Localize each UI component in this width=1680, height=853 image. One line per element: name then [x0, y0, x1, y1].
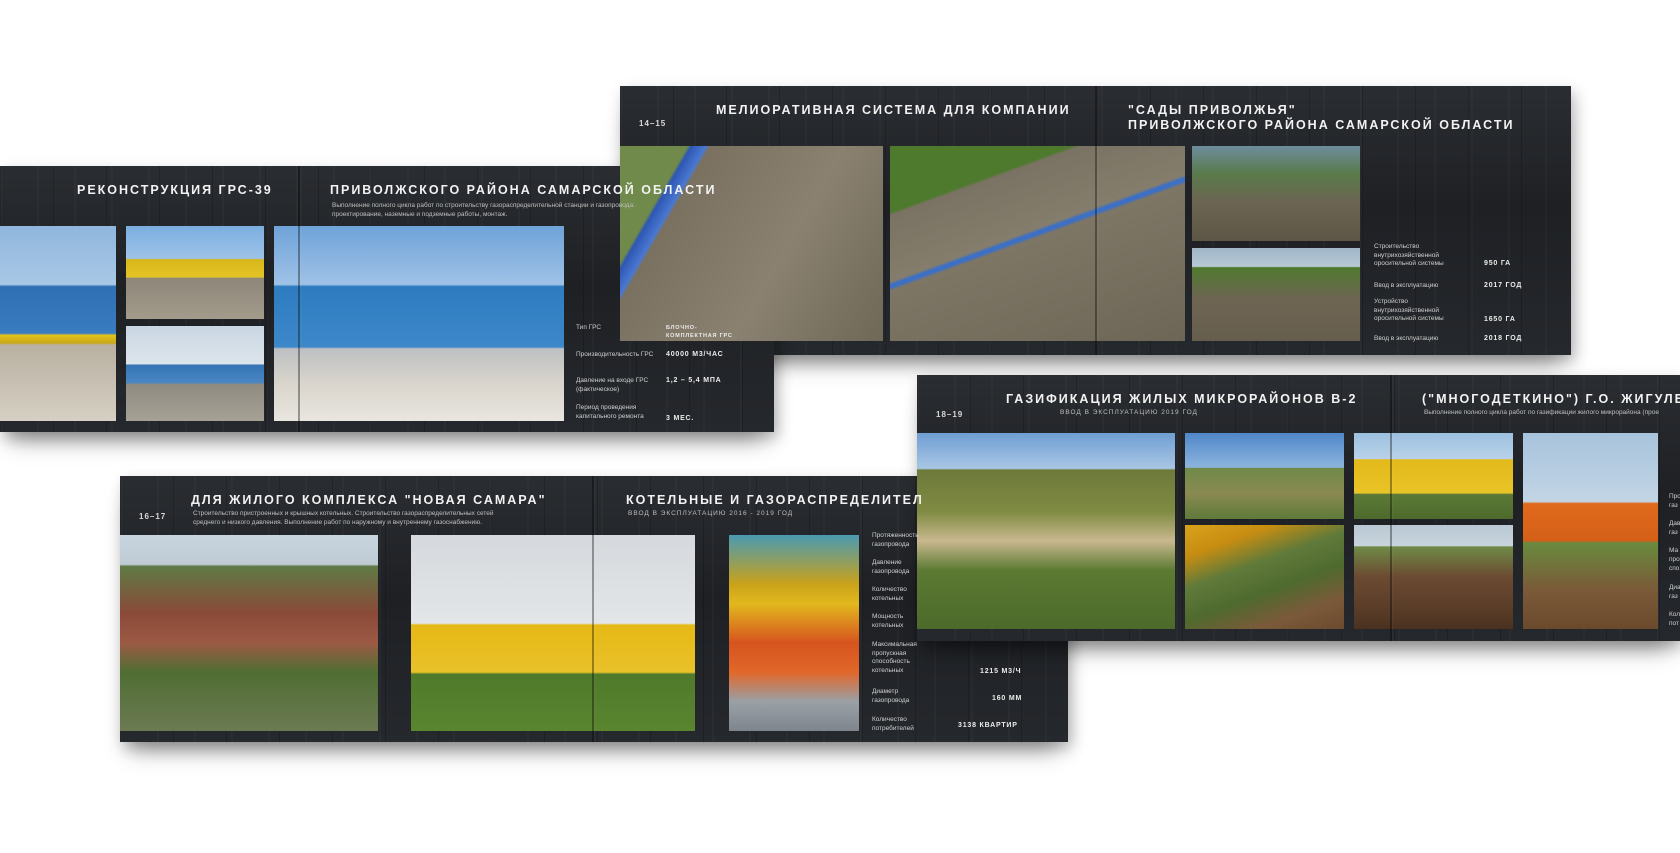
- spec-label: Давление газопровода: [872, 559, 910, 575]
- spread-left-title: МЕЛИОРАТИВНАЯ СИСТЕМА ДЛЯ КОМПАНИИ: [716, 103, 1071, 117]
- spread-right-subtitle: ВВОД В ЭКСПЛУАТАЦИЮ 2016 - 2019 ГОД: [628, 510, 794, 517]
- photo-microdistrict-aerial: [917, 433, 1175, 629]
- spread-left-subtitle: Строительство пристроенных и крышных кот…: [193, 510, 494, 526]
- spec-value: 160 ММ: [992, 695, 1023, 702]
- spec-value: 950 ГА: [1484, 260, 1512, 267]
- spec-value: 1650 ГА: [1484, 316, 1516, 323]
- page-number: 14–15: [639, 119, 667, 128]
- photo-aerial-field-left: [620, 146, 883, 341]
- photo-grs-building-blue: [0, 226, 116, 421]
- spec-value: 2018 ГОД: [1484, 335, 1523, 342]
- spec-label: Устройство внутрихозяйственной оросительно…: [1374, 298, 1444, 322]
- photo-village-panorama: [1185, 433, 1344, 519]
- spec-label: Количество котельных: [872, 586, 907, 602]
- spec-label: Протяженность газопровода: [872, 532, 919, 548]
- edge-spec-label: Диа: [1669, 584, 1680, 591]
- spec-value: 3138 КВАРТИР: [958, 722, 1018, 729]
- spec-value: 40000 М3/ЧАС: [666, 351, 724, 358]
- brochure-spread-melioration: 14–15 МЕЛИОРАТИВНАЯ СИСТЕМА ДЛЯ КОМПАНИИ…: [620, 86, 1571, 355]
- edge-spec-label: газ: [1669, 529, 1678, 536]
- page-fold: [1390, 375, 1392, 641]
- spread-right-title: ("МНОГОДЕТКИНО") Г.О. ЖИГУЛЕВ: [1422, 392, 1680, 406]
- spread-subtitle: Выполнение полного цикла работ по строит…: [332, 202, 635, 218]
- spec-label: Мощность котельных: [872, 613, 904, 629]
- spread-right-title-line2: ПРИВОЛЖСКОГО РАЙОНА САМАРСКОЙ ОБЛАСТИ: [1128, 118, 1515, 132]
- edge-spec-label: Дав: [1669, 520, 1680, 527]
- photo-trench-pipe: [1354, 525, 1513, 629]
- spread-right-subtitle: Выполнение полного цикла работ по газифи…: [1424, 409, 1659, 416]
- spread-left-title: РЕКОНСТРУКЦИЯ ГРС-39: [77, 183, 273, 197]
- page-number: 18–19: [936, 410, 964, 419]
- photo-grs-yellow-pipes: [126, 226, 264, 319]
- photo-field-machinery: [1192, 146, 1360, 241]
- page-number: 16–17: [139, 512, 167, 521]
- photo-orange-excavator: [1523, 433, 1658, 629]
- edge-spec-label: газ: [1669, 502, 1678, 509]
- spec-label: Диаметр газопровода: [872, 688, 910, 704]
- spread-left-title: ДЛЯ ЖИЛОГО КОМПЛЕКСА "НОВАЯ САМАРА": [191, 493, 547, 507]
- photo-field-horizon: [1192, 248, 1360, 341]
- spec-label: Тип ГРС: [576, 324, 602, 331]
- spec-label: Давление на входе ГРС (фактическое): [576, 377, 649, 393]
- spread-right-title-line1: "САДЫ ПРИВОЛЖЬЯ": [1128, 103, 1297, 117]
- spread-left-title: ГАЗИФИКАЦИЯ ЖИЛЫХ МИКРОРАЙОНОВ В-2: [1006, 392, 1358, 406]
- edge-spec-label: Кол: [1669, 611, 1680, 618]
- spec-value: БЛОЧНО- КОМПЛЕКТНАЯ ГРС: [666, 325, 733, 339]
- spread-left-subtitle: ВВОД В ЭКСПЛУАТАЦИЮ 2019 ГОД: [1060, 409, 1198, 416]
- spread-right-title: КОТЕЛЬНЫЕ И ГАЗОРАСПРЕДЕЛИТЕЛ: [626, 493, 924, 507]
- brochure-spread-gasification: 18–19 ГАЗИФИКАЦИЯ ЖИЛЫХ МИКРОРАЙОНОВ В-2…: [917, 375, 1680, 641]
- photo-aerial-pipeline: [890, 146, 1185, 341]
- photo-grs-construction: [126, 326, 264, 421]
- photo-grs-main-building: [274, 226, 564, 421]
- edge-spec-label: газ: [1669, 593, 1678, 600]
- edge-spec-label: пот: [1669, 620, 1679, 627]
- photo-boiler-room: [729, 535, 859, 731]
- photo-gas-regulator-yellow: [1354, 433, 1513, 519]
- edge-spec-label: про: [1669, 556, 1680, 563]
- spec-label: Период проведения капитального ремонта: [576, 404, 644, 420]
- spec-label: Ввод в эксплуатацию: [1374, 282, 1439, 289]
- spec-label: Количество потребителей: [872, 716, 914, 732]
- spec-value: 1215 М3/Ч: [980, 668, 1022, 675]
- spec-value: 1,2 – 5,4 МПА: [666, 377, 722, 384]
- photo-excavator-worker: [1185, 525, 1344, 629]
- photo-residential-complex: [120, 535, 378, 731]
- spread-right-title: ПРИВОЛЖСКОГО РАЙОНА САМАРСКОЙ ОБЛАСТИ: [330, 183, 717, 197]
- edge-spec-label: Ма: [1669, 547, 1679, 554]
- spec-value: 3 МЕС.: [666, 415, 695, 422]
- spec-label: Максимальная пропускная способность котельн…: [872, 641, 917, 674]
- spec-label: Ввод в эксплуатацию: [1374, 335, 1439, 342]
- spec-label: Производительность ГРС: [576, 351, 654, 358]
- spec-value: 2017 ГОД: [1484, 282, 1523, 289]
- spec-label: Строительство внутрихозяйственной оросител…: [1374, 243, 1444, 267]
- edge-spec-label: Про: [1669, 493, 1680, 500]
- edge-spec-label: спо: [1669, 565, 1680, 572]
- page-fold: [298, 166, 300, 432]
- photo-gas-pipes-yellow: [411, 535, 695, 731]
- page-fold: [1095, 86, 1097, 355]
- page-fold: [592, 476, 594, 742]
